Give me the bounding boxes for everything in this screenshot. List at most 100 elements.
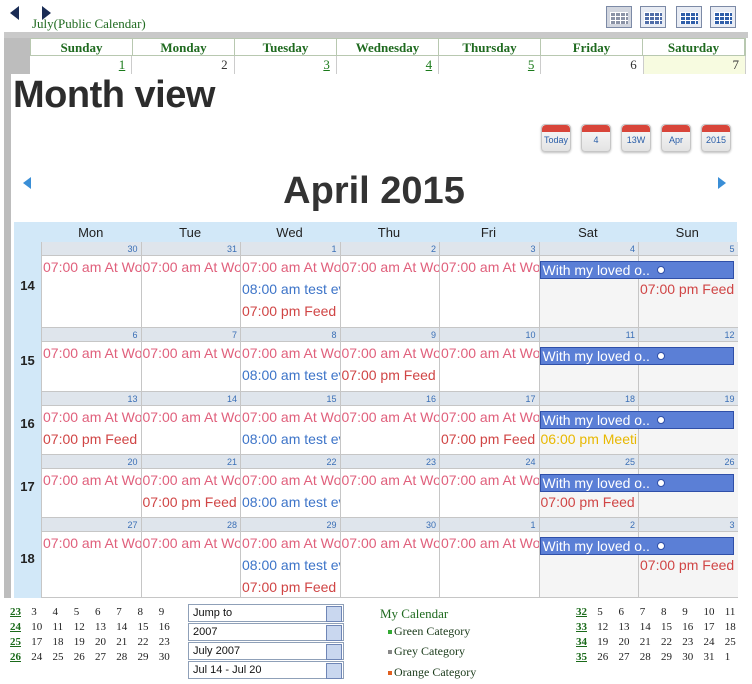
mini-day[interactable]: 23: [159, 636, 180, 651]
mini-day[interactable]: 27: [95, 651, 116, 666]
mini-day[interactable]: 29: [661, 651, 682, 666]
day-number[interactable]: 29: [241, 518, 340, 532]
mini-day[interactable]: 12: [74, 621, 95, 636]
13-week-view-button[interactable]: 13W: [621, 124, 651, 152]
month-select[interactable]: July 2007: [188, 642, 344, 660]
calendar-event[interactable]: 07:00 am At Work: [342, 344, 440, 362]
week-number[interactable]: 17: [14, 455, 41, 518]
day-number[interactable]: 1: [241, 242, 340, 256]
day-cell[interactable]: 28 07:00 am At Work: [140, 518, 240, 598]
mini-day[interactable]: 22: [661, 636, 682, 651]
mini-day[interactable]: 11: [53, 621, 74, 636]
calendar-event[interactable]: 06:00 pm Meeting: [541, 430, 639, 448]
date-link[interactable]: 4: [337, 56, 440, 74]
calendar-event[interactable]: 07:00 am At Work: [242, 408, 340, 426]
mini-day[interactable]: 23: [682, 636, 703, 651]
mini-day[interactable]: 21: [116, 636, 137, 651]
category-green[interactable]: Green Category: [388, 624, 470, 639]
day-number[interactable]: 26: [639, 455, 738, 469]
mini-day[interactable]: 13: [619, 621, 640, 636]
day-cell[interactable]: 16 07:00 am At Work: [339, 392, 439, 455]
day-cell[interactable]: 31 07:00 am At Work: [140, 242, 241, 328]
day-number[interactable]: 17: [440, 392, 539, 406]
day-number[interactable]: 10: [440, 328, 539, 342]
mini-day[interactable]: 30: [159, 651, 180, 666]
day-number[interactable]: 18: [539, 392, 638, 406]
mini-day[interactable]: 18: [725, 621, 746, 636]
mini-day[interactable]: 9: [159, 606, 180, 621]
calendar-event[interactable]: 07:00 am At Work: [242, 471, 340, 489]
day-number[interactable]: 8: [241, 328, 340, 342]
calendar-event[interactable]: 07:00 pm Feed: [640, 556, 738, 574]
mini-day[interactable]: 16: [682, 621, 703, 636]
week-select[interactable]: Jul 14 - Jul 20: [188, 661, 344, 679]
calendar-event[interactable]: 07:00 am At Work: [143, 408, 241, 426]
calendar-event[interactable]: 07:00 pm Feed: [242, 302, 340, 320]
mini-week-link[interactable]: 33: [576, 621, 597, 636]
day-number[interactable]: 30: [42, 242, 141, 256]
mini-week-link[interactable]: 23: [10, 606, 31, 621]
calendar-event[interactable]: 07:00 am At Work: [43, 534, 141, 552]
day-number[interactable]: 9: [340, 328, 439, 342]
mini-day[interactable]: 12: [597, 621, 618, 636]
calendar-event[interactable]: 07:00 am At Work: [43, 471, 141, 489]
calendar-event[interactable]: 07:00 pm Feed: [342, 366, 440, 384]
year-view-button[interactable]: 2015: [701, 124, 731, 152]
mini-day[interactable]: 27: [619, 651, 640, 666]
day-number[interactable]: 21: [141, 455, 240, 469]
calendar-event[interactable]: 07:00 am At Work: [242, 534, 340, 552]
mini-day[interactable]: 15: [661, 621, 682, 636]
calendar-event[interactable]: 08:00 am test event: [242, 430, 340, 448]
day-number[interactable]: 2: [539, 518, 638, 532]
day-cell[interactable]: 22 07:00 am At Work 08:00 am test event: [240, 455, 340, 518]
mini-week-link[interactable]: 32: [576, 606, 597, 621]
day-number[interactable]: 22: [241, 455, 340, 469]
mini-day[interactable]: 29: [138, 651, 159, 666]
mini-day[interactable]: 7: [116, 606, 137, 621]
day-cell[interactable]: 15 07:00 am At Work 08:00 am test event: [240, 392, 340, 455]
day-cell[interactable]: 2 07:00 am At Work: [339, 242, 439, 328]
mini-day[interactable]: 15: [138, 621, 159, 636]
day-number[interactable]: 20: [42, 455, 141, 469]
mini-day[interactable]: 10: [704, 606, 725, 621]
day-view-button[interactable]: 4: [581, 124, 611, 152]
day-view-icon[interactable]: [606, 6, 632, 28]
calendar-event[interactable]: 07:00 am At Work: [441, 344, 539, 362]
mini-day[interactable]: 3: [31, 606, 52, 621]
mini-day[interactable]: 19: [74, 636, 95, 651]
mini-week-link[interactable]: 25: [10, 636, 31, 651]
mini-day[interactable]: 6: [619, 606, 640, 621]
mini-day[interactable]: 8: [661, 606, 682, 621]
day-number[interactable]: 7: [141, 328, 240, 342]
day-cell[interactable]: 24 07:00 am At Work: [439, 455, 539, 518]
year-view-icon[interactable]: [710, 6, 736, 28]
day-cell[interactable]: 21 07:00 am At Work 07:00 pm Feed: [140, 455, 240, 518]
mini-day[interactable]: 13: [95, 621, 116, 636]
day-cell[interactable]: 9 07:00 am At Work 07:00 pm Feed: [339, 328, 440, 392]
day-number[interactable]: 11: [539, 328, 638, 342]
all-day-event[interactable]: With my loved o..: [539, 474, 734, 492]
mini-day[interactable]: 24: [704, 636, 725, 651]
day-cell[interactable]: 4: [538, 242, 638, 328]
mini-day[interactable]: 31: [704, 651, 725, 666]
calendar-event[interactable]: 07:00 am At Work: [43, 344, 141, 362]
day-number[interactable]: 30: [340, 518, 439, 532]
day-cell[interactable]: 14 07:00 am At Work: [140, 392, 241, 455]
mini-day[interactable]: 7: [640, 606, 661, 621]
category-grey[interactable]: Grey Category: [388, 644, 465, 659]
day-number[interactable]: 27: [42, 518, 141, 532]
calendar-event[interactable]: 07:00 am At Work: [143, 258, 241, 276]
calendar-event[interactable]: 07:00 am At Work: [143, 344, 241, 362]
mini-day[interactable]: 24: [31, 651, 52, 666]
mini-day[interactable]: 17: [704, 621, 725, 636]
day-number[interactable]: 4: [539, 242, 638, 256]
week-number[interactable]: 16: [14, 392, 41, 455]
calendar-event[interactable]: 08:00 am test event: [242, 366, 340, 384]
mini-day[interactable]: 25: [53, 651, 74, 666]
calendar-event[interactable]: 07:00 am At Work: [43, 258, 141, 276]
day-cell[interactable]: 6 07:00 am At Work: [41, 328, 141, 392]
mini-day[interactable]: 1: [725, 651, 746, 666]
week-number[interactable]: 14: [14, 242, 41, 328]
mini-week-link[interactable]: 35: [576, 651, 597, 666]
mini-day[interactable]: 11: [725, 606, 746, 621]
